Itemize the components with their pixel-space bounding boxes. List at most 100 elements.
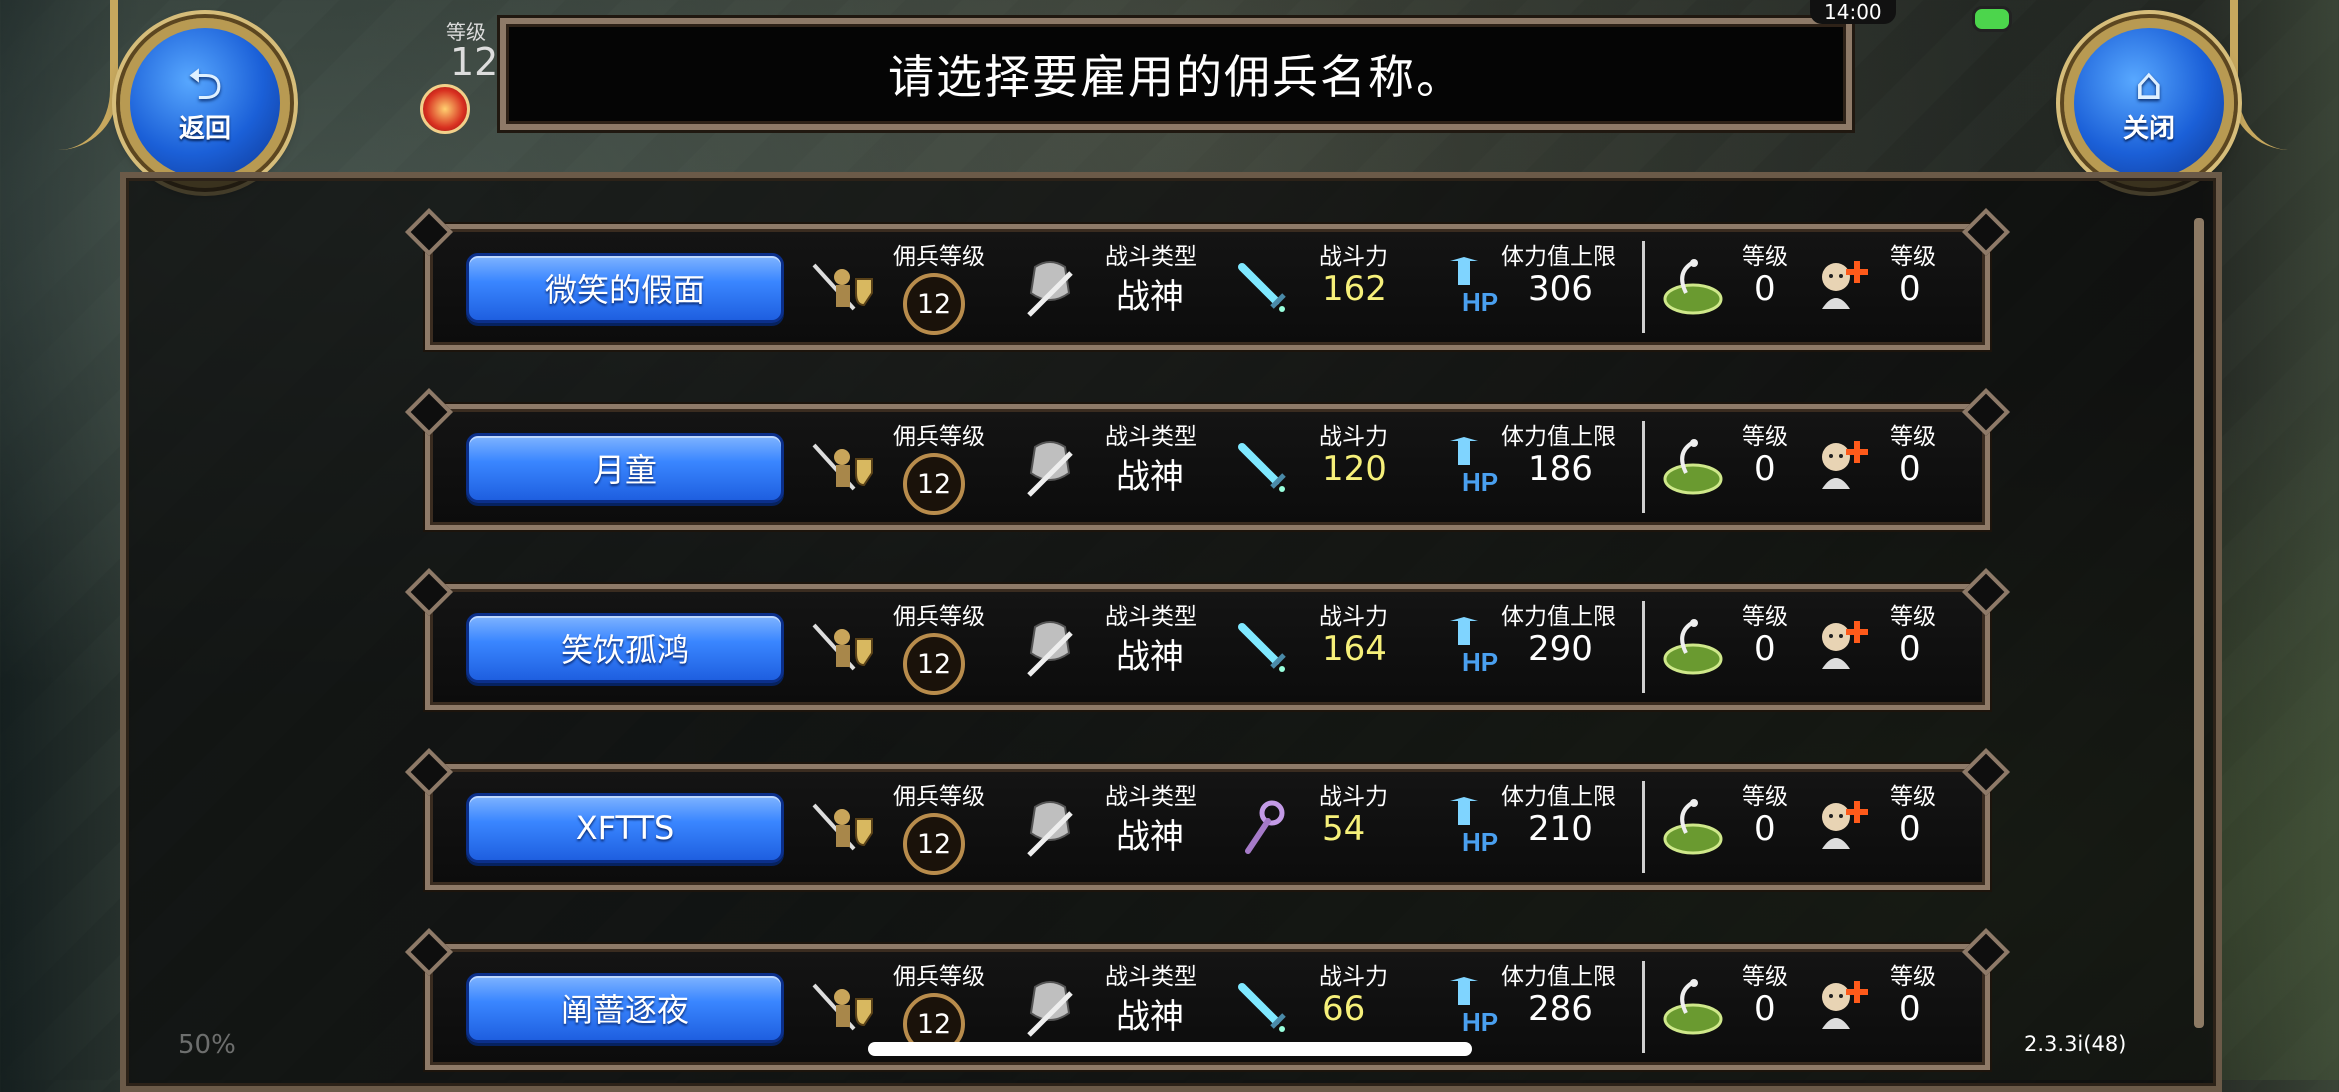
level-b-value: 0 bbox=[1899, 449, 1921, 489]
combat-power-label: 战斗力 bbox=[1319, 964, 1388, 990]
svg-text:HP: HP bbox=[1462, 827, 1498, 857]
combat-power-label: 战斗力 bbox=[1319, 244, 1388, 270]
hp-max-value: 186 bbox=[1528, 449, 1593, 489]
battle-type-label: 战斗类型 bbox=[1105, 784, 1197, 810]
merc-level-value: 12 bbox=[903, 273, 965, 335]
combat-power-value: 66 bbox=[1322, 989, 1366, 1029]
home-indicator[interactable] bbox=[868, 1042, 1472, 1056]
character-add-icon bbox=[1808, 431, 1878, 501]
level-a-label: 等级 bbox=[1742, 964, 1788, 990]
level-b-value: 0 bbox=[1899, 809, 1921, 849]
mercenary-row[interactable]: 月童 佣兵等级 12 战斗类型 战神 战斗力 120 HP 体力值上限 186 … bbox=[425, 404, 1990, 530]
level-b-value: 0 bbox=[1899, 629, 1921, 669]
level-a-label: 等级 bbox=[1742, 604, 1788, 630]
battle-type-value: 战神 bbox=[1116, 997, 1184, 1037]
character-add-icon bbox=[1808, 971, 1878, 1041]
purple-staff-icon bbox=[1230, 795, 1294, 859]
green-leaf-pet-icon bbox=[1658, 253, 1728, 323]
close-label: 关闭 bbox=[2122, 113, 2175, 144]
mercenary-name-button[interactable]: 月童 bbox=[466, 433, 784, 503]
level-b-label: 等级 bbox=[1890, 964, 1936, 990]
mercenary-row[interactable]: 笑饮孤鸿 佣兵等级 12 战斗类型 战神 战斗力 164 HP 体力值上限 29… bbox=[425, 584, 1990, 710]
hp-max-label: 体力值上限 bbox=[1501, 244, 1616, 270]
mercenary-name-button[interactable]: 笑饮孤鸿 bbox=[466, 613, 784, 683]
hp-max-value: 290 bbox=[1528, 629, 1593, 669]
merc-level-value: 12 bbox=[903, 813, 965, 875]
back-arrow-icon: ⮌ bbox=[187, 58, 223, 110]
home-icon: ⌂ bbox=[2135, 58, 2163, 110]
mercenary-row[interactable]: XFTTS 佣兵等级 12 战斗类型 战神 战斗力 54 HP 体力值上限 21… bbox=[425, 764, 1990, 890]
hp-max-value: 286 bbox=[1528, 989, 1593, 1029]
title-banner: 请选择要雇用的佣兵名称。 bbox=[500, 18, 1852, 130]
blue-sword-icon bbox=[1230, 255, 1294, 319]
armor-sword-icon bbox=[1015, 613, 1085, 683]
level-a-label: 等级 bbox=[1742, 784, 1788, 810]
battle-type-value: 战神 bbox=[1116, 637, 1184, 677]
back-button[interactable]: ⮌ 返回 bbox=[120, 18, 290, 188]
character-add-icon bbox=[1808, 791, 1878, 861]
combat-power-value: 120 bbox=[1322, 449, 1387, 489]
version-label: 2.3.3i(48) bbox=[2024, 1032, 2127, 1056]
battle-type-label: 战斗类型 bbox=[1105, 964, 1197, 990]
battle-type-label: 战斗类型 bbox=[1105, 244, 1197, 270]
level-a-value: 0 bbox=[1754, 989, 1776, 1029]
armor-sword-icon bbox=[1015, 433, 1085, 503]
combat-power-label: 战斗力 bbox=[1319, 784, 1388, 810]
blue-sword-icon bbox=[1230, 975, 1294, 1039]
hp-max-value: 210 bbox=[1528, 809, 1593, 849]
column-divider bbox=[1642, 241, 1645, 333]
battle-type-label: 战斗类型 bbox=[1105, 424, 1197, 450]
hp-up-arrow-icon: HP bbox=[1438, 433, 1508, 503]
hp-up-arrow-icon: HP bbox=[1438, 253, 1508, 323]
merc-level-label: 佣兵等级 bbox=[893, 604, 985, 630]
mercenary-name-button[interactable]: 阐蔷逐夜 bbox=[466, 973, 784, 1043]
svg-text:HP: HP bbox=[1462, 287, 1498, 317]
battle-type-label: 战斗类型 bbox=[1105, 604, 1197, 630]
merc-level-value: 12 bbox=[903, 453, 965, 515]
merc-level-value: 12 bbox=[903, 633, 965, 695]
zoom-indicator: 50% bbox=[178, 1030, 236, 1060]
medal-icon bbox=[420, 84, 470, 134]
level-b-label: 等级 bbox=[1890, 424, 1936, 450]
close-button[interactable]: ⌂ 关闭 bbox=[2064, 18, 2234, 188]
level-b-label: 等级 bbox=[1890, 244, 1936, 270]
armor-sword-icon bbox=[1015, 793, 1085, 863]
character-add-icon bbox=[1808, 611, 1878, 681]
battle-type-value: 战神 bbox=[1116, 457, 1184, 497]
green-leaf-pet-icon bbox=[1658, 793, 1728, 863]
mercenary-name-button[interactable]: 微笑的假面 bbox=[466, 253, 784, 323]
column-divider bbox=[1642, 781, 1645, 873]
mercenary-name-button[interactable]: XFTTS bbox=[466, 793, 784, 863]
swordsman-shield-icon bbox=[808, 257, 878, 317]
scrollbar[interactable] bbox=[2194, 218, 2204, 1028]
column-divider bbox=[1642, 601, 1645, 693]
level-b-label: 等级 bbox=[1890, 784, 1936, 810]
blue-sword-icon bbox=[1230, 435, 1294, 499]
hp-max-label: 体力值上限 bbox=[1501, 424, 1616, 450]
hp-max-value: 306 bbox=[1528, 269, 1593, 309]
svg-text:HP: HP bbox=[1462, 647, 1498, 677]
blue-sword-icon bbox=[1230, 615, 1294, 679]
combat-power-value: 162 bbox=[1322, 269, 1387, 309]
level-a-label: 等级 bbox=[1742, 424, 1788, 450]
level-a-value: 0 bbox=[1754, 809, 1776, 849]
status-time: 14:00 bbox=[1810, 0, 1896, 24]
swordsman-shield-icon bbox=[808, 617, 878, 677]
swordsman-shield-icon bbox=[808, 977, 878, 1037]
merc-level-label: 佣兵等级 bbox=[893, 964, 985, 990]
svg-text:HP: HP bbox=[1462, 467, 1498, 497]
level-a-value: 0 bbox=[1754, 269, 1776, 309]
combat-power-label: 战斗力 bbox=[1319, 424, 1388, 450]
character-add-icon bbox=[1808, 251, 1878, 321]
merc-level-label: 佣兵等级 bbox=[893, 784, 985, 810]
battle-type-value: 战神 bbox=[1116, 277, 1184, 317]
green-leaf-pet-icon bbox=[1658, 613, 1728, 683]
armor-sword-icon bbox=[1015, 973, 1085, 1043]
level-a-label: 等级 bbox=[1742, 244, 1788, 270]
battery-icon bbox=[1972, 6, 2012, 32]
level-b-value: 0 bbox=[1899, 989, 1921, 1029]
swordsman-shield-icon bbox=[808, 797, 878, 857]
level-a-value: 0 bbox=[1754, 629, 1776, 669]
hp-max-label: 体力值上限 bbox=[1501, 604, 1616, 630]
mercenary-row[interactable]: 微笑的假面 佣兵等级 12 战斗类型 战神 战斗力 162 HP 体力值上限 3… bbox=[425, 224, 1990, 350]
